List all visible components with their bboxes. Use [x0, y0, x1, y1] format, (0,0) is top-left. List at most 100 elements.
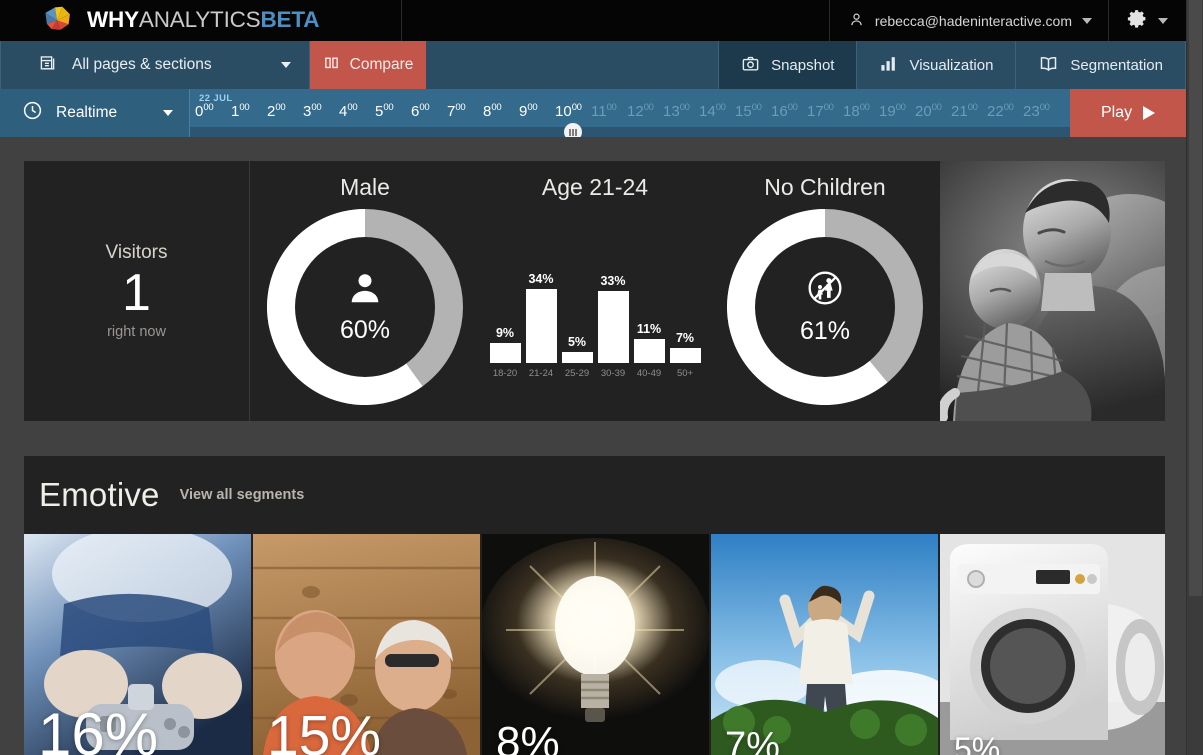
timeline-hour-number: 19: [879, 103, 896, 120]
timeline-drag-handle-icon[interactable]: [564, 123, 582, 137]
timeline-hour-minutes: 00: [606, 102, 617, 113]
timeline-hour-17[interactable]: 1700: [802, 103, 838, 119]
timeline-hour-number: 15: [735, 103, 752, 120]
emotive-tile[interactable]: 8%: [482, 534, 709, 755]
timeline-hour-22[interactable]: 2200: [982, 103, 1018, 119]
timeline-hour-minutes: 00: [715, 102, 726, 113]
timeline-hour-1[interactable]: 100: [226, 103, 262, 119]
timeline-hour-8[interactable]: 800: [478, 103, 514, 119]
timeline-hour-13[interactable]: 1300: [658, 103, 694, 119]
age-bar-column[interactable]: 33% 30-39: [597, 274, 629, 379]
scrollbar-thumb[interactable]: [1189, 0, 1202, 596]
compare-button[interactable]: Compare: [310, 41, 426, 89]
timeline-hour-18[interactable]: 1800: [838, 103, 874, 119]
timeline-hour-minutes: 00: [527, 102, 538, 113]
user-menu[interactable]: rebecca@hadeninteractive.com: [828, 0, 1108, 41]
age-bar-column[interactable]: 7% 50+: [669, 331, 701, 379]
brand-wordmark: WHYANALYTICSBETA: [87, 9, 319, 32]
timeline-hour-4[interactable]: 400: [334, 103, 370, 119]
compare-label: Compare: [349, 56, 414, 73]
timeline-hour-minutes: 00: [895, 102, 906, 113]
tab-segmentation[interactable]: Segmentation: [1015, 41, 1186, 89]
chevron-down-icon[interactable]: [1158, 17, 1168, 24]
timeline-hour-19[interactable]: 1900: [874, 103, 910, 119]
gender-chart-title: Male: [340, 174, 390, 200]
timeline-hour-16[interactable]: 1600: [766, 103, 802, 119]
timeline-hour-10[interactable]: 1000: [550, 103, 586, 119]
timeline-hour-minutes: 00: [239, 102, 250, 113]
tab-visualization[interactable]: Visualization: [856, 41, 1015, 89]
brand-beta: BETA: [260, 7, 320, 33]
vertical-scrollbar[interactable]: [1186, 0, 1203, 755]
age-bar-rect: [633, 339, 665, 363]
emotive-tile-percent: 5%: [954, 731, 1001, 755]
age-chart-card[interactable]: Age 21-24 9% 18-20 34% 21-24 5% 25-29 33% 30-39…: [480, 161, 710, 421]
timeline-hour-20[interactable]: 2000: [910, 103, 946, 119]
timeline-hour-number: 16: [771, 103, 788, 120]
emotive-tile[interactable]: 15%: [253, 534, 480, 755]
age-bar-value: 5%: [567, 335, 587, 349]
timeline-bar: Realtime 22 JUL 000 100 200 300 400 500 600 700…: [0, 89, 1186, 137]
age-bar-column[interactable]: 34% 21-24: [525, 272, 557, 379]
emotive-tile[interactable]: 5%: [940, 534, 1165, 755]
timeline-hour-11[interactable]: 1100: [586, 103, 622, 119]
timeline-hour-5[interactable]: 500: [370, 103, 406, 119]
age-bar-column[interactable]: 11% 40-49: [633, 322, 665, 379]
timeline-hour-minutes: 00: [931, 102, 942, 113]
pinwheel-logo-icon: [38, 4, 76, 38]
gender-chart-card[interactable]: Male 60%: [250, 161, 480, 421]
play-button-label: Play: [1100, 104, 1133, 121]
age-bar-category: 25-29: [564, 368, 590, 379]
timeline-hour-number: 12: [627, 103, 644, 120]
chevron-down-icon[interactable]: [1082, 17, 1092, 24]
timeline-hour-12[interactable]: 1200: [622, 103, 658, 119]
age-bar-value: 34%: [528, 272, 554, 286]
view-all-segments-link[interactable]: View all segments: [180, 487, 305, 503]
brand-why: WHY: [87, 7, 139, 33]
gear-icon: [1127, 8, 1148, 34]
play-button[interactable]: Play: [1070, 89, 1186, 137]
timeline-hour-6[interactable]: 600: [406, 103, 442, 119]
timeline-hour-number: 13: [663, 103, 680, 120]
tab-snapshot[interactable]: Snapshot: [718, 41, 857, 89]
timeline-hour-14[interactable]: 1400: [694, 103, 730, 119]
emotive-tile[interactable]: 7%: [711, 534, 938, 755]
timeline-hour-0[interactable]: 000: [190, 103, 226, 119]
realtime-selector[interactable]: Realtime: [0, 89, 190, 137]
timeline-hour-minutes: 00: [751, 102, 762, 113]
pages-icon: [39, 53, 58, 77]
timeline-hour-number: 18: [843, 103, 860, 120]
age-bar-column[interactable]: 9% 18-20: [489, 326, 521, 379]
timeline-hour-2[interactable]: 200: [262, 103, 298, 119]
all-pages-and-sections-selector[interactable]: All pages & sections: [0, 41, 310, 89]
logo-zone[interactable]: WHYANALYTICSBETA: [0, 0, 402, 41]
timeline-hour-minutes: 00: [1039, 102, 1050, 113]
chevron-down-icon[interactable]: [281, 62, 291, 68]
age-bar-column[interactable]: 5% 25-29: [561, 335, 593, 379]
chevron-down-icon[interactable]: [163, 110, 173, 116]
brand-analytics: ANALYTICS: [138, 7, 261, 33]
timeline-hour-minutes: 00: [311, 102, 322, 113]
nav-bar: All pages & sections Compare Snapshot Vi…: [0, 41, 1186, 89]
timeline-hour-21[interactable]: 2100: [946, 103, 982, 119]
timeline-hour-number: 10: [555, 103, 572, 120]
timeline-hour-minutes: 00: [643, 102, 654, 113]
timeline-scale[interactable]: 22 JUL 000 100 200 300 400 500 600 700 800 900 100…: [190, 89, 1070, 137]
timeline-hour-23[interactable]: 2300: [1018, 103, 1054, 119]
camera-icon: [741, 54, 760, 77]
demographics-panel: Visitors 1 right now Male 60% Age 21-24 …: [24, 161, 1165, 421]
emotive-tile[interactable]: 16%: [24, 534, 251, 755]
emotive-tile-percent: 16%: [38, 701, 159, 755]
age-bar-rect: [525, 289, 557, 363]
visitors-sublabel: right now: [107, 323, 166, 340]
timeline-hour-3[interactable]: 300: [298, 103, 334, 119]
timeline-hour-minutes: 00: [383, 102, 394, 113]
settings-menu[interactable]: [1108, 0, 1186, 41]
emotive-panel: Emotive View all segments 16% 15% 8% 7% 5%: [24, 456, 1165, 755]
age-bar-rect: [489, 343, 521, 363]
children-chart-card[interactable]: No Children 61%: [710, 161, 940, 421]
timeline-hour-15[interactable]: 1500: [730, 103, 766, 119]
timeline-hour-9[interactable]: 900: [514, 103, 550, 119]
timeline-hour-7[interactable]: 700: [442, 103, 478, 119]
timeline-track[interactable]: [190, 127, 1070, 137]
